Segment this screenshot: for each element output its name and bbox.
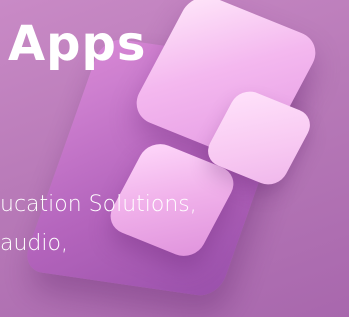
hero-description: ucation Solutions, audio, [0,185,260,263]
hero-banner: Apps ucation Solutions, audio, [0,0,349,317]
description-line-2: audio, [0,231,68,256]
description-line-1: ucation Solutions, [0,192,197,217]
hero-title: Apps [8,16,147,72]
